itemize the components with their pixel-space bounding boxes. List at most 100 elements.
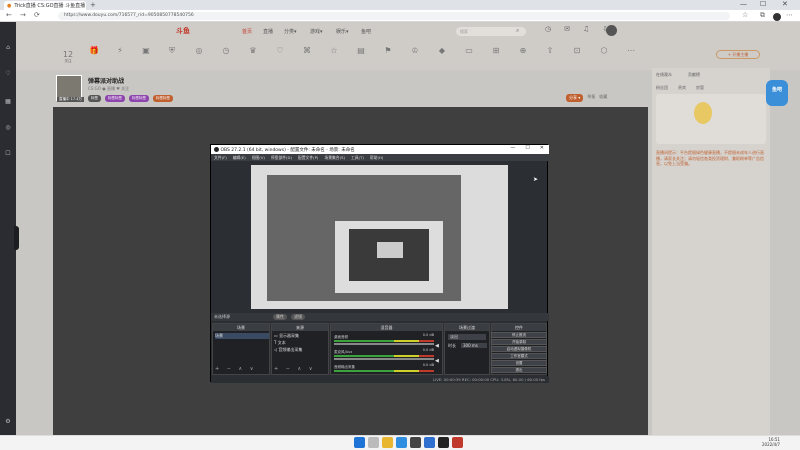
obs-menu-edit[interactable]: 编辑(E) bbox=[233, 155, 246, 160]
refresh-icon[interactable]: ⟳ bbox=[34, 11, 40, 19]
icon-row-item[interactable]: ▤ bbox=[349, 46, 373, 55]
obs-maximize-button[interactable]: ☐ bbox=[525, 145, 529, 151]
nav-yuba[interactable]: 鱼吧 bbox=[361, 28, 371, 35]
transition-select[interactable]: 淡出 bbox=[448, 334, 486, 340]
obs-taskbar-icon[interactable] bbox=[438, 437, 449, 448]
rank-tab[interactable]: 贡献榜 bbox=[688, 72, 700, 78]
sources-dock-toolbar[interactable]: + − ∧ ∨ bbox=[274, 366, 315, 372]
icon-row-item[interactable]: ⚑ bbox=[376, 46, 400, 55]
nav-live[interactable]: 直播 bbox=[263, 28, 273, 35]
maximize-button[interactable]: ☐ bbox=[760, 0, 766, 8]
obs-menu-tools[interactable]: 工具(T) bbox=[351, 155, 364, 160]
icon-row-item[interactable]: ⇧ bbox=[538, 46, 562, 55]
icon-row-item[interactable]: ◎ bbox=[187, 46, 211, 55]
room-tag[interactable]: 标签标签 bbox=[129, 95, 149, 102]
obs-menu-docks[interactable]: 停靠部件(D) bbox=[271, 155, 292, 160]
source-list-item[interactable]: ◁ 音频输出采集 bbox=[274, 347, 302, 353]
obs-menu-view[interactable]: 视图(V) bbox=[252, 155, 265, 160]
obs-menu-scene-collection[interactable]: 场景集合(S) bbox=[324, 155, 345, 160]
floating-yuba-badge[interactable]: 鱼吧 bbox=[766, 80, 788, 106]
online-viewers-tab[interactable]: 在线观众 bbox=[656, 72, 672, 78]
start-windows-icon[interactable] bbox=[354, 437, 365, 448]
filters-button[interactable]: 滤镜 bbox=[291, 314, 305, 320]
obs-menu-help[interactable]: 帮助(H) bbox=[370, 155, 383, 160]
obs-close-button[interactable]: ✕ bbox=[540, 145, 544, 151]
duration-input[interactable]: 300 ms bbox=[461, 343, 487, 348]
steam-icon[interactable] bbox=[410, 437, 421, 448]
nav-category[interactable]: 分类▾ bbox=[284, 28, 297, 35]
exit-button[interactable]: 退出 bbox=[491, 367, 547, 373]
store-icon[interactable] bbox=[424, 437, 435, 448]
icon-row-item[interactable]: ◷ bbox=[214, 46, 238, 55]
user-avatar[interactable] bbox=[606, 25, 617, 36]
icon-row-item[interactable]: 🎁 bbox=[82, 46, 106, 55]
icon-row-item-level[interactable]: 12 关注 bbox=[56, 50, 80, 64]
sidebar-item-yuba[interactable]: ☐ bbox=[2, 150, 14, 166]
start-live-button[interactable]: + 开播主播 bbox=[716, 50, 760, 59]
icon-row-item[interactable]: ⚡ bbox=[108, 46, 132, 55]
mute-speaker-icon[interactable]: ◀ bbox=[435, 343, 439, 349]
start-recording-button[interactable]: 开始录制 bbox=[491, 339, 547, 345]
sidebar-collapse-handle[interactable] bbox=[14, 226, 19, 250]
browser-tab[interactable]: ● Trick直播 CS:GO直播 斗鱼直播 ✕ bbox=[4, 1, 86, 10]
scenes-dock-toolbar[interactable]: + − ∧ ∨ bbox=[215, 366, 256, 372]
icon-row-item[interactable]: ☆ bbox=[322, 46, 346, 55]
icon-row-item[interactable]: ⊕ bbox=[511, 46, 535, 55]
fans-tab[interactable]: 粉丝团 bbox=[656, 85, 668, 91]
icon-row-item[interactable]: ♡ bbox=[268, 46, 292, 55]
icon-row-item[interactable]: ▭ bbox=[457, 46, 481, 55]
icon-row-item[interactable]: ⋯ bbox=[619, 46, 643, 55]
search-icon[interactable] bbox=[368, 437, 379, 448]
forward-arrow-icon[interactable]: → bbox=[20, 11, 26, 19]
admin-tab[interactable]: 房管 bbox=[696, 85, 704, 91]
source-list-item[interactable]: T 文本 bbox=[274, 340, 286, 346]
room-tag[interactable]: 标签标签 bbox=[153, 95, 173, 102]
favorites-icon[interactable]: ☆ bbox=[742, 11, 748, 19]
sidebar-item-settings[interactable]: ⚙ bbox=[2, 418, 14, 434]
icon-row-item[interactable]: ⊡ bbox=[565, 46, 589, 55]
more-menu-icon[interactable]: ⋯ bbox=[786, 11, 793, 19]
obs-minimize-button[interactable]: — bbox=[510, 145, 515, 151]
search-icon[interactable]: ⌕ bbox=[516, 27, 519, 35]
icon-row-item[interactable]: ⬡ bbox=[592, 46, 616, 55]
report-button[interactable]: 举报 bbox=[587, 94, 595, 102]
file-explorer-icon[interactable] bbox=[382, 437, 393, 448]
room-tag[interactable]: 标签 bbox=[88, 95, 101, 102]
edge-browser-icon[interactable] bbox=[396, 437, 407, 448]
room-tag[interactable]: 标签标签 bbox=[105, 95, 125, 102]
volume-slider[interactable] bbox=[334, 343, 434, 345]
site-logo[interactable]: 斗鱼 bbox=[176, 26, 190, 36]
icon-row-item[interactable]: ⊞ bbox=[484, 46, 508, 55]
profile-avatar[interactable] bbox=[773, 13, 781, 21]
message-icon[interactable]: ✉ bbox=[564, 25, 570, 33]
source-list-item[interactable]: ▭ 显示器采集 bbox=[274, 333, 299, 339]
collections-icon[interactable]: ⧉ bbox=[760, 11, 765, 20]
icon-row-item[interactable]: ⛨ bbox=[160, 46, 184, 55]
icon-row-item[interactable]: ♛ bbox=[241, 46, 265, 55]
volume-slider[interactable] bbox=[334, 358, 434, 360]
address-bar[interactable]: https://www.douyu.com/716577_rid=9050850… bbox=[58, 12, 730, 20]
favorite-button[interactable]: 收藏 bbox=[599, 94, 607, 102]
icon-row-item[interactable]: ◆ bbox=[430, 46, 454, 55]
sidebar-item-home[interactable]: ⌂ bbox=[2, 44, 14, 60]
icon-row-item[interactable]: ♔ bbox=[403, 46, 427, 55]
vip-tab[interactable]: 贵宾 bbox=[678, 85, 686, 91]
sidebar-item-category[interactable]: ▦ bbox=[2, 98, 14, 114]
icon-row-item[interactable]: ⌘ bbox=[295, 46, 319, 55]
stop-streaming-button[interactable]: 停止推流 bbox=[491, 332, 547, 338]
properties-button[interactable]: 属性 bbox=[273, 314, 287, 320]
back-arrow-icon[interactable]: ← bbox=[6, 11, 12, 19]
settings-button[interactable]: 设置 bbox=[491, 360, 547, 366]
minimize-button[interactable]: — bbox=[740, 0, 747, 8]
studio-mode-button[interactable]: 工作室模式 bbox=[491, 353, 547, 359]
nav-game[interactable]: 游戏▾ bbox=[310, 28, 323, 35]
new-tab-button[interactable]: + bbox=[90, 1, 96, 9]
close-window-button[interactable]: ✕ bbox=[782, 0, 788, 8]
scene-list-item[interactable]: 场景 bbox=[215, 333, 269, 339]
nav-home[interactable]: 首页 bbox=[242, 28, 252, 35]
bell-icon[interactable]: ♫ bbox=[583, 25, 589, 33]
share-button[interactable]: 分享 ▾ bbox=[566, 94, 584, 102]
obs-menu-profile[interactable]: 配置文件(P) bbox=[298, 155, 318, 160]
sidebar-item-follow[interactable]: ♡ bbox=[2, 70, 14, 86]
mute-speaker-icon[interactable]: ◀ bbox=[435, 358, 439, 364]
